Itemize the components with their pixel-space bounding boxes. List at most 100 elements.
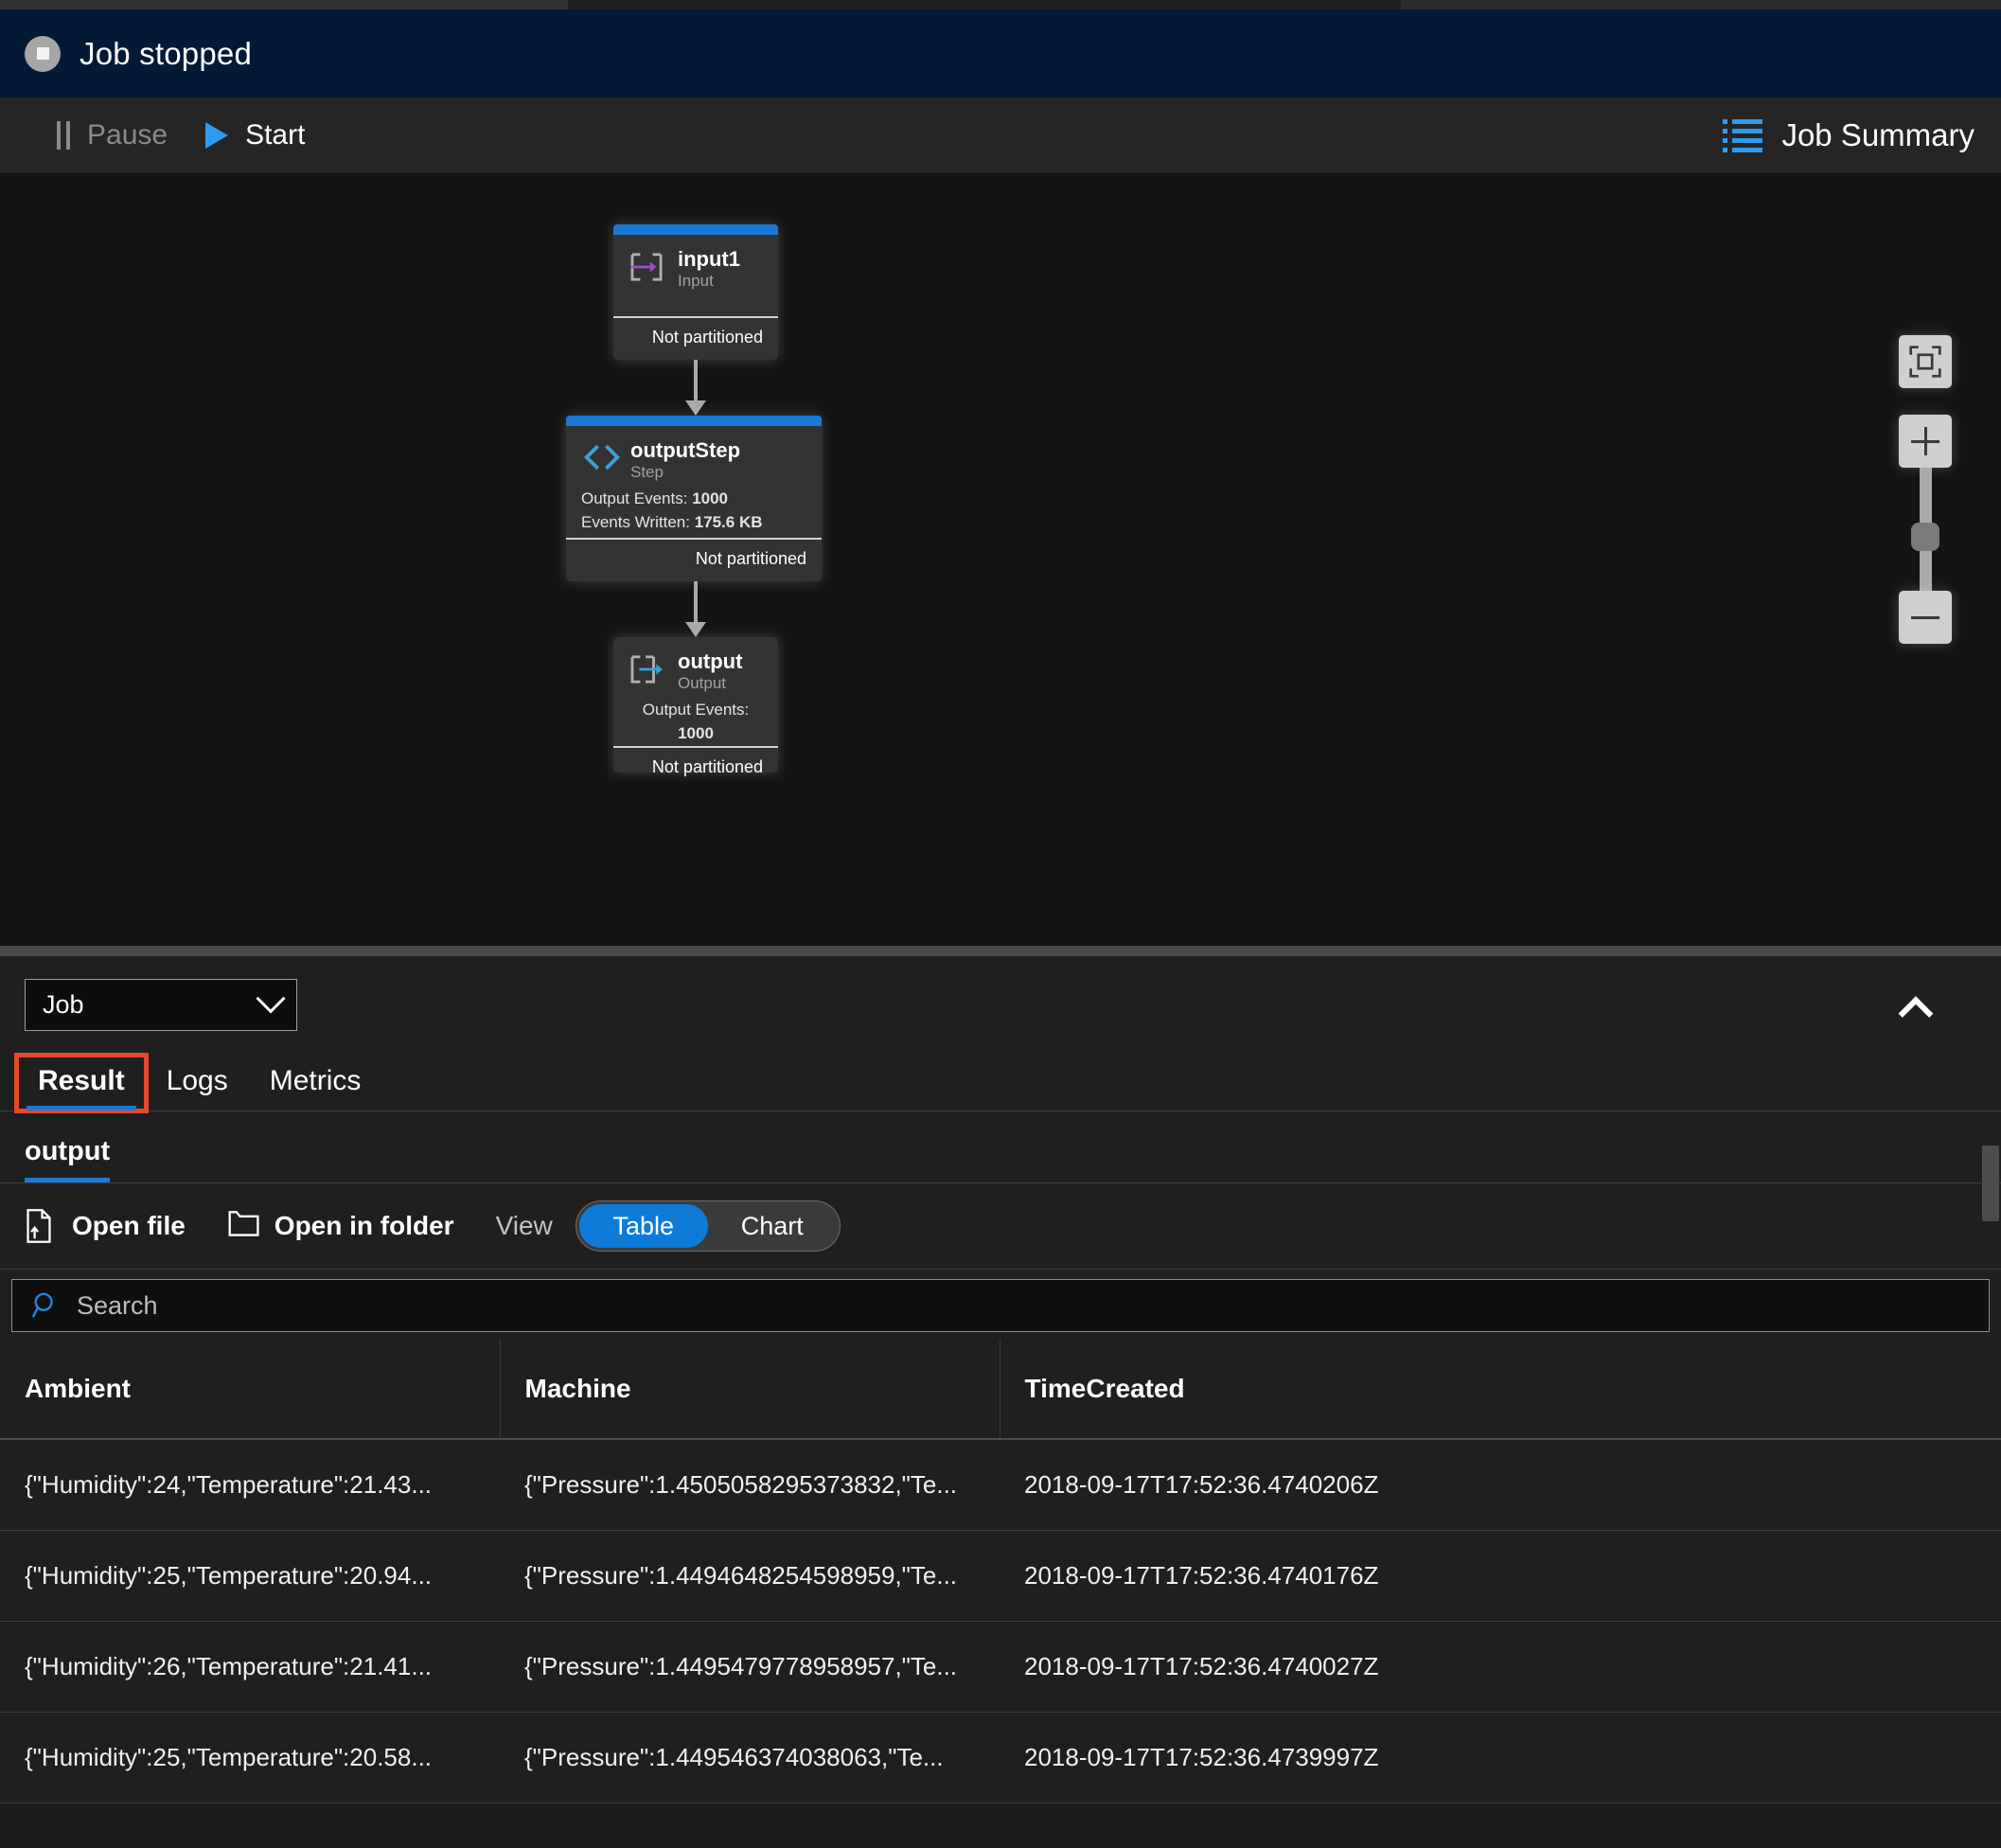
- view-mode-chart-label: Chart: [740, 1211, 804, 1240]
- chrome-segment-right: [1401, 0, 2001, 9]
- node-metric-row: Events Written: 175.6 KB: [581, 511, 806, 535]
- start-button[interactable]: Start: [186, 112, 324, 159]
- tab-result[interactable]: Result: [14, 1053, 149, 1113]
- column-header-machine[interactable]: Machine: [500, 1340, 1000, 1440]
- table-row[interactable]: {"Humidity":24,"Temperature":21.43... {"…: [0, 1439, 2001, 1531]
- diagram-zoom-controls: [1899, 335, 1952, 644]
- view-mode-chart[interactable]: Chart: [708, 1204, 837, 1248]
- chrome-segment-mid: [568, 0, 1401, 9]
- open-file-button[interactable]: Open file: [25, 1208, 186, 1244]
- cell-timecreated: 2018-09-17T17:52:36.4740206Z: [1000, 1439, 2001, 1531]
- fit-to-screen-button[interactable]: [1899, 335, 1952, 388]
- panel-tabs: Result Logs Metrics: [0, 1053, 2001, 1113]
- output-arrow-icon: [629, 654, 664, 684]
- tab-logs[interactable]: Logs: [146, 1056, 249, 1111]
- node-accent-bar: [613, 224, 778, 235]
- node-partition-label: Not partitioned: [613, 745, 778, 777]
- pause-button[interactable]: Pause: [38, 112, 186, 159]
- table-row[interactable]: {"Humidity":25,"Temperature":20.94... {"…: [0, 1530, 2001, 1622]
- job-summary-label: Job Summary: [1781, 117, 1974, 152]
- scope-select[interactable]: Job: [25, 979, 297, 1031]
- node-metrics: Output Events: 1000: [629, 699, 763, 745]
- column-header-ambient[interactable]: Ambient: [0, 1340, 501, 1440]
- node-title-block: output Output: [678, 650, 742, 693]
- results-panel: Job Result Logs Metrics output Open file…: [0, 956, 2001, 1804]
- result-subtab-bar: output: [0, 1111, 2001, 1183]
- node-metric-label: Output Events:: [642, 701, 750, 720]
- diagram-node-output[interactable]: output Output Output Events: 1000 Not pa…: [613, 637, 778, 776]
- node-partition-label: Not partitioned: [613, 316, 778, 360]
- diagram-node-input1[interactable]: input1 Input Not partitioned: [613, 224, 778, 360]
- scope-select-value: Job: [43, 990, 84, 1019]
- list-icon: [1723, 118, 1763, 152]
- view-mode-toggle[interactable]: Table Chart: [575, 1200, 841, 1252]
- tab-metrics[interactable]: Metrics: [249, 1056, 382, 1111]
- node-type: Output: [678, 674, 727, 692]
- node-metric-label: Events Written:: [581, 512, 690, 531]
- view-mode-table-label: Table: [612, 1211, 675, 1240]
- node-metric-row: Output Events: 1000: [629, 699, 763, 745]
- chrome-segment-left: [0, 0, 568, 9]
- search-placeholder: Search: [77, 1290, 158, 1320]
- node-body: outputStep Step Output Events: 1000 Even…: [566, 426, 822, 538]
- cell-ambient: {"Humidity":25,"Temperature":20.94...: [0, 1530, 500, 1622]
- node-type: Input: [678, 272, 714, 290]
- cell-machine: {"Pressure":1.4495479778958957,"Te...: [500, 1621, 1000, 1713]
- node-body: input1 Input: [613, 235, 778, 316]
- panel-header: Job: [0, 956, 2001, 1032]
- node-metric-value: 1000: [692, 489, 729, 508]
- zoom-out-button[interactable]: [1899, 591, 1952, 644]
- cell-ambient: {"Humidity":24,"Temperature":21.43...: [0, 1439, 500, 1531]
- column-header-timecreated[interactable]: TimeCreated: [1000, 1340, 2001, 1440]
- cell-ambient: {"Humidity":25,"Temperature":20.58...: [0, 1712, 500, 1804]
- tab-logs-label: Logs: [166, 1065, 228, 1096]
- fit-to-screen-icon: [1909, 346, 1941, 378]
- node-metric-label: Output Events:: [581, 489, 688, 508]
- open-in-folder-button[interactable]: Open in folder: [227, 1208, 454, 1244]
- search-icon: [31, 1291, 60, 1320]
- table-row[interactable]: {"Humidity":25,"Temperature":20.58... {"…: [0, 1712, 2001, 1804]
- play-icon: [205, 122, 229, 149]
- node-metric-value: 1000: [678, 723, 714, 742]
- cell-ambient: {"Humidity":26,"Temperature":21.41...: [0, 1621, 500, 1713]
- panel-splitter[interactable]: [0, 946, 2001, 956]
- result-table-body: {"Humidity":24,"Temperature":21.43... {"…: [0, 1439, 2001, 1804]
- open-in-folder-label: Open in folder: [274, 1211, 454, 1240]
- collapse-panel-button[interactable]: [1887, 986, 1944, 1032]
- tab-result-label: Result: [38, 1065, 125, 1096]
- cell-timecreated: 2018-09-17T17:52:36.4740176Z: [1000, 1530, 2001, 1622]
- table-header-row: Ambient Machine TimeCreated: [0, 1340, 2001, 1440]
- job-status-banner: Job stopped: [0, 9, 2001, 98]
- results-scrollbar-thumb[interactable]: [1982, 1146, 1999, 1221]
- diagram-node-outputstep[interactable]: outputStep Step Output Events: 1000 Even…: [566, 416, 822, 581]
- view-mode-table[interactable]: Table: [578, 1204, 708, 1248]
- cell-timecreated: 2018-09-17T17:52:36.4739997Z: [1000, 1712, 2001, 1804]
- job-summary-button[interactable]: Job Summary: [1723, 117, 1978, 153]
- search-input[interactable]: Search: [11, 1279, 1990, 1332]
- job-diagram-canvas[interactable]: input1 Input Not partitioned outputStep: [0, 174, 2001, 946]
- start-button-label: Start: [245, 119, 306, 151]
- subtab-output[interactable]: output: [25, 1136, 111, 1182]
- zoom-slider-thumb[interactable]: [1911, 523, 1939, 551]
- node-name: output: [678, 649, 743, 673]
- code-brackets-icon: [581, 443, 620, 473]
- table-row[interactable]: {"Humidity":26,"Temperature":21.41... {"…: [0, 1621, 2001, 1713]
- cell-machine: {"Pressure":1.4505058295373832,"Te...: [500, 1439, 1000, 1531]
- chevron-up-icon: [1898, 996, 1934, 1032]
- node-title-block: outputStep Step: [630, 439, 740, 482]
- diagram-edge-input1-to-outputstep: [694, 360, 698, 401]
- diagram-edge-outputstep-to-output: [694, 581, 698, 623]
- pause-icon: [57, 121, 70, 150]
- node-title-block: input1 Input: [678, 248, 740, 291]
- stop-icon: [25, 35, 61, 72]
- command-bar: Pause Start Job Summary: [0, 98, 2001, 174]
- view-label: View: [495, 1211, 553, 1240]
- results-scrollbar[interactable]: [1980, 1146, 2001, 1848]
- zoom-slider-track[interactable]: [1911, 468, 1939, 591]
- folder-icon: [227, 1208, 259, 1244]
- node-metric-value: 175.6 KB: [694, 512, 763, 531]
- cell-timecreated: 2018-09-17T17:52:36.4740027Z: [1000, 1621, 2001, 1713]
- cell-machine: {"Pressure":1.449546374038063,"Te...: [500, 1712, 1000, 1804]
- node-name: outputStep: [630, 438, 741, 462]
- zoom-in-button[interactable]: [1899, 415, 1952, 468]
